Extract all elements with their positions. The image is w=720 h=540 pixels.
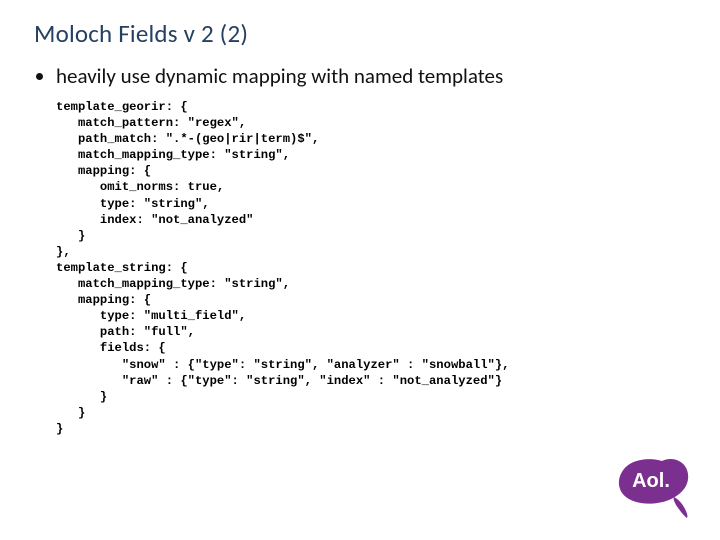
bullet-list: heavily use dynamic mapping with named t… bbox=[34, 63, 686, 89]
bullet-item: heavily use dynamic mapping with named t… bbox=[56, 63, 686, 89]
slide-title: Moloch Fields v 2 (2) bbox=[34, 18, 686, 49]
aol-logo: Aol. bbox=[614, 453, 694, 526]
code-block: template_georir: { match_pattern: "regex… bbox=[56, 99, 686, 437]
aol-logo-text: Aol. bbox=[632, 470, 670, 492]
